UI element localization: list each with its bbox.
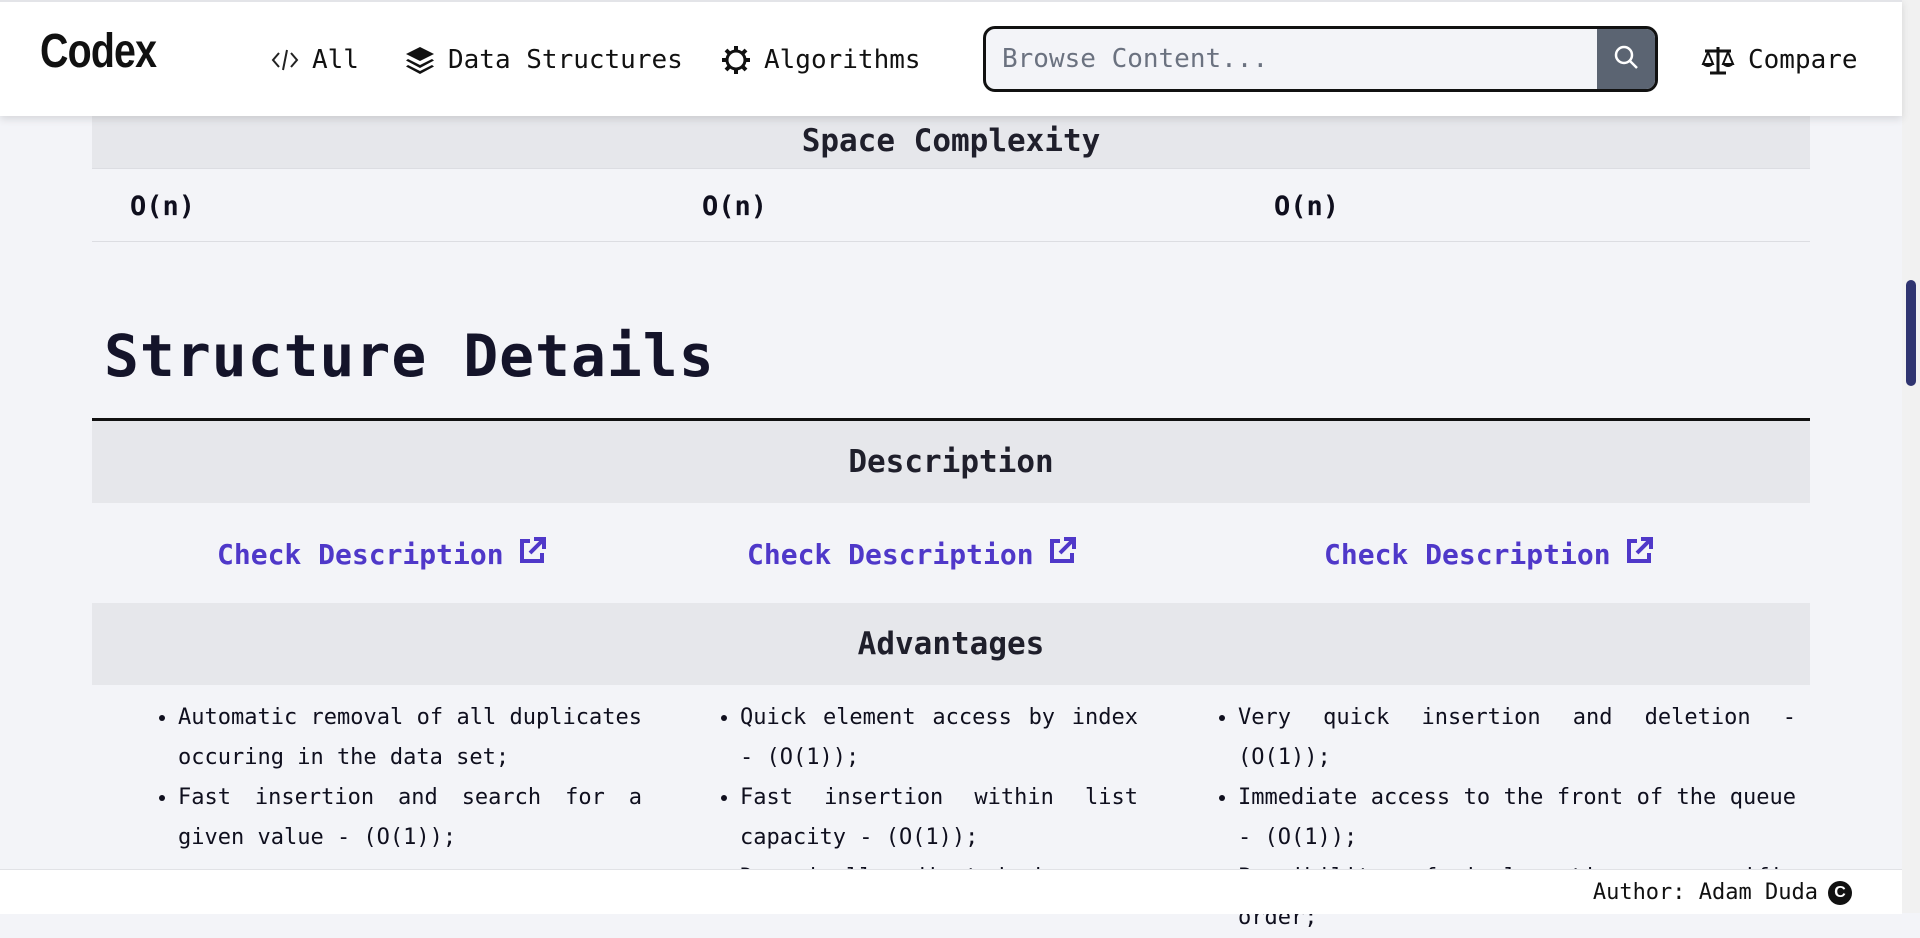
search-icon — [1612, 43, 1640, 75]
space-complexity-value: O(n) — [702, 191, 768, 222]
check-description-label: Check Description — [1324, 538, 1611, 571]
space-complexity-value: O(n) — [1274, 191, 1340, 222]
check-description-link[interactable]: Check Description — [1324, 535, 1655, 574]
space-complexity-value: O(n) — [130, 191, 196, 222]
space-complexity-row: O(n) O(n) O(n) — [92, 168, 1810, 242]
code-icon — [270, 46, 300, 74]
author-credit: Author: Adam Duda C — [1593, 880, 1852, 905]
nav-all-label: All — [312, 45, 359, 75]
check-description-link[interactable]: Check Description — [217, 535, 548, 574]
search-input[interactable] — [986, 29, 1597, 89]
search-box — [983, 26, 1658, 92]
description-row: Check Description Check Description Chec… — [92, 503, 1810, 600]
advantages-header: Advantages — [92, 603, 1810, 685]
logo[interactable]: Codex — [40, 24, 157, 79]
list-item: Quick element access by index - (O(1)); — [740, 698, 1138, 778]
nav-compare-link[interactable]: Compare — [1700, 40, 1858, 80]
author-label: Author: Adam Duda — [1592, 880, 1818, 905]
external-link-icon — [516, 535, 548, 574]
nav-compare-label: Compare — [1748, 45, 1858, 75]
nav-algorithms-label: Algorithms — [764, 45, 921, 75]
gear-icon — [720, 44, 752, 76]
advantages-list: Quick element access by index - (O(1)); … — [716, 698, 1138, 898]
nav-all-link[interactable]: All — [270, 40, 359, 80]
list-item: Very quick insertion and deletion - (O(1… — [1238, 698, 1796, 778]
scrollbar-thumb[interactable] — [1906, 280, 1916, 386]
scrollbar[interactable] — [1902, 0, 1920, 913]
nav-data-structures-link[interactable]: Data Structures — [404, 40, 683, 80]
layers-icon — [404, 45, 436, 75]
footer: Author: Adam Duda C — [0, 869, 1902, 914]
list-item: Fast insertion within list capacity - (O… — [740, 778, 1138, 858]
external-link-icon — [1046, 535, 1078, 574]
check-description-link[interactable]: Check Description — [747, 535, 1078, 574]
search-button[interactable] — [1597, 29, 1655, 89]
nav-data-structures-label: Data Structures — [448, 45, 683, 75]
nav-algorithms-link[interactable]: Algorithms — [720, 40, 921, 80]
scale-icon — [1700, 44, 1736, 76]
copyright-icon: C — [1828, 880, 1852, 905]
description-header: Description — [92, 421, 1810, 503]
advantages-list: Automatic removal of all duplicates occu… — [154, 698, 642, 858]
top-navbar: Codex All Data Structures Algorithms Com… — [0, 0, 1902, 116]
list-item: Fast insertion and search for a given va… — [178, 778, 642, 858]
list-item: Immediate access to the front of the que… — [1238, 778, 1796, 858]
structure-details-title: Structure Details — [104, 322, 715, 390]
check-description-label: Check Description — [217, 538, 504, 571]
check-description-label: Check Description — [747, 538, 1034, 571]
external-link-icon — [1623, 535, 1655, 574]
list-item: Automatic removal of all duplicates occu… — [178, 698, 642, 778]
